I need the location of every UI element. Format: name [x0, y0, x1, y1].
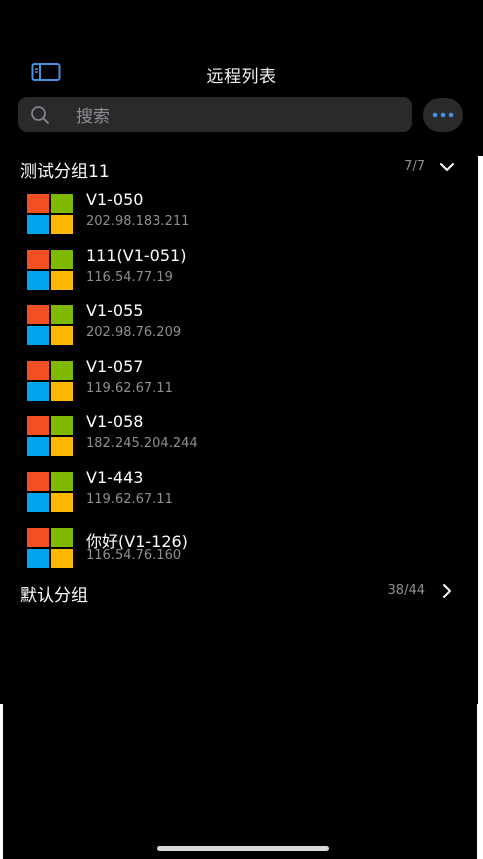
search-icon: [30, 105, 50, 125]
host-ip: 119.62.67.11: [86, 381, 173, 396]
group-name: 测试分组11: [20, 162, 110, 182]
group-count: 38/44: [387, 583, 425, 598]
host-ip: 202.98.183.211: [86, 214, 190, 229]
host-ip: 182.245.204.244: [86, 436, 198, 451]
chevron-right-icon: [437, 581, 457, 601]
host-item[interactable]: V1-057 119.62.67.11: [0, 357, 483, 412]
windows-logo-icon: [27, 361, 73, 401]
bottom-region: [0, 704, 483, 859]
ellipsis-icon: [432, 112, 454, 118]
more-options-button[interactable]: [423, 98, 463, 132]
windows-logo-icon: [27, 472, 73, 512]
host-item[interactable]: 你好(V1-126) 116.54.76.160: [0, 526, 483, 581]
bottom-background: [3, 704, 477, 859]
host-ip: 116.54.77.19: [86, 270, 173, 285]
windows-logo-icon: [27, 416, 73, 456]
windows-logo-icon: [27, 305, 73, 345]
search-placeholder: 搜索: [76, 107, 110, 127]
host-name: V1-443: [86, 468, 144, 487]
group-count: 7/7: [404, 159, 425, 174]
host-item[interactable]: V1-055 202.98.76.209: [0, 301, 483, 356]
page-title: 远程列表: [206, 67, 277, 87]
group-header-test[interactable]: 测试分组11 7/7: [0, 153, 483, 183]
host-ip: 116.54.76.160: [86, 548, 182, 563]
windows-logo-icon: [27, 194, 73, 234]
host-name: V1-057: [86, 357, 144, 376]
group-header-default[interactable]: 默认分组 38/44: [0, 577, 483, 607]
search-input[interactable]: 搜索: [18, 97, 412, 132]
app-header: 远程列表: [0, 0, 483, 95]
host-item[interactable]: V1-050 202.98.183.211: [0, 190, 483, 245]
windows-logo-icon: [27, 250, 73, 290]
host-name: V1-055: [86, 301, 144, 320]
chevron-down-icon: [437, 157, 457, 177]
host-item[interactable]: V1-443 119.62.67.11: [0, 468, 483, 523]
host-item[interactable]: 111(V1-051) 116.54.77.19: [0, 246, 483, 301]
group-name: 默认分组: [20, 586, 88, 606]
windows-logo-icon: [27, 528, 73, 568]
home-indicator[interactable]: [157, 846, 329, 851]
host-item[interactable]: V1-058 182.245.204.244: [0, 412, 483, 467]
host-ip: 202.98.76.209: [86, 325, 182, 340]
host-name: V1-058: [86, 412, 144, 431]
host-name: 111(V1-051): [86, 246, 187, 265]
host-name: V1-050: [86, 190, 144, 209]
host-ip: 119.62.67.11: [86, 492, 173, 507]
